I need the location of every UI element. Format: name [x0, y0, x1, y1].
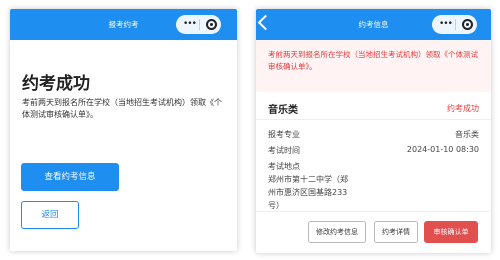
view-exam-info-button[interactable]: 查看约考信息: [21, 163, 119, 191]
exam-detail-button[interactable]: 约考详情: [374, 221, 418, 243]
major-label: 报考专业: [268, 130, 300, 139]
time-label: 考试时间: [268, 146, 300, 155]
more-dots-icon[interactable]: •••: [439, 19, 453, 29]
notice-text: 考前两天到报名所在学校（当地招生考试机构）领取《个体测试审核确认单》。: [268, 50, 478, 71]
confirm-form-button[interactable]: 审核确认单: [424, 221, 478, 243]
exam-category: 音乐类: [268, 105, 298, 116]
major-value: 音乐类: [455, 130, 479, 139]
target-icon[interactable]: [206, 19, 217, 30]
nav-bar: 报考约考 •••: [10, 9, 237, 40]
capsule-divider: [455, 19, 456, 30]
success-title: 约考成功: [22, 74, 90, 94]
miniprogram-capsule[interactable]: •••: [176, 15, 221, 34]
divider: [256, 119, 491, 120]
capsule-divider: [199, 19, 200, 30]
exam-instruction: 考前两天到报名所在学校（当地招生考试机构）领取《个体测试审核确认单》。: [22, 98, 222, 119]
status-badge: 约考成功: [447, 104, 479, 113]
back-button[interactable]: 返回: [21, 201, 79, 229]
target-icon[interactable]: [462, 19, 473, 30]
phone-screen-exam-success: 报考约考 ••• 约考成功 考前两天到报名所在学校（当地招生考试机构）领取《个体…: [10, 9, 237, 251]
phone-screen-exam-info: 约考信息 ••• 考前两天到报名所在学校（当地招生考试机构）领取《个体测试审核确…: [256, 9, 491, 253]
place-label: 考试地点: [268, 162, 300, 171]
time-value: 2024-01-10 08:30: [406, 145, 479, 154]
modify-exam-info-button[interactable]: 修改约考信息: [308, 221, 366, 243]
place-value: 郑州市第十二中学（郑州市惠济区国基路233号）: [268, 175, 348, 210]
miniprogram-capsule[interactable]: •••: [432, 15, 477, 34]
nav-bar: 约考信息 •••: [256, 9, 491, 40]
notice-banner: 考前两天到报名所在学校（当地招生考试机构）领取《个体测试审核确认单》。: [256, 40, 491, 92]
more-dots-icon[interactable]: •••: [183, 19, 197, 29]
divider: [256, 211, 491, 212]
